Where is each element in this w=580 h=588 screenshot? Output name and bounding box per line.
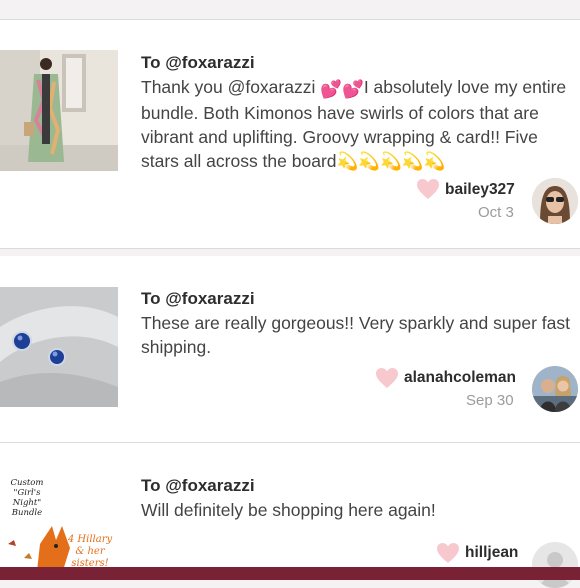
review-message: Thank you @foxarazzi 💕💕I absolutely love… <box>141 75 578 173</box>
listing-thumbnail-bundle[interactable]: Custom "Girl's Night" Bundle 4 Hillary &… <box>0 474 118 580</box>
bundle-text-line: 4 Hillary <box>67 534 113 545</box>
kimono-photo <box>0 50 118 171</box>
review-card-3: Custom "Girl's Night" Bundle 4 Hillary &… <box>0 443 580 588</box>
reviewer-username[interactable]: bailey327 <box>445 181 515 199</box>
divider-1 <box>0 248 580 249</box>
review-recipient: To @foxarazzi <box>141 476 255 495</box>
reviewer-username[interactable]: alanahcoleman <box>404 369 516 387</box>
reviewer-avatar[interactable] <box>532 542 578 588</box>
avatar-photo <box>532 366 578 412</box>
bundle-text-line: Custom <box>10 478 44 488</box>
review-card-2: To @foxarazzi These are really gorgeous!… <box>0 256 580 442</box>
two-hearts-emoji: 💕 <box>342 79 364 99</box>
heart-icon[interactable] <box>436 542 460 564</box>
bundle-text-line: Night" <box>12 498 42 508</box>
heart-icon[interactable] <box>416 178 440 200</box>
default-avatar-icon <box>532 542 578 588</box>
review-card-1: To @foxarazzi Thank you @foxarazzi 💕💕I a… <box>0 20 580 248</box>
reviewer-username[interactable]: hilljean <box>465 544 518 562</box>
review-recipient: To @foxarazzi <box>141 289 255 308</box>
review-message-part1: Thank you @foxarazzi <box>141 77 321 97</box>
bundle-text-line: Bundle <box>11 508 43 518</box>
bottom-bar <box>0 567 580 580</box>
avatar-photo <box>532 178 578 224</box>
review-message: These are really gorgeous!! Very sparkly… <box>141 313 570 357</box>
bundle-text-hillary: 4 Hillary & her sisters! <box>62 534 118 570</box>
dizzy-stars-emoji: 💫💫💫💫💫 <box>336 151 446 171</box>
reviewer-avatar[interactable] <box>532 178 578 224</box>
listing-thumbnail-kimono[interactable] <box>0 50 118 171</box>
review-date: Sep 30 <box>466 392 514 409</box>
earrings-photo <box>0 287 118 407</box>
heart-icon[interactable] <box>375 367 399 389</box>
review-date: Oct 3 <box>478 204 514 221</box>
two-hearts-emoji: 💕 <box>320 79 343 99</box>
bundle-text-custom: Custom "Girl's Night" Bundle <box>2 478 52 518</box>
review-message: Will definitely be shopping here again! <box>141 500 436 520</box>
reviewer-avatar[interactable] <box>532 366 578 412</box>
bundle-text-line: "Girl's <box>13 488 41 498</box>
review-recipient: To @foxarazzi <box>141 53 255 72</box>
bundle-text-line: & her <box>75 546 105 557</box>
listing-thumbnail-earrings[interactable] <box>0 287 118 407</box>
